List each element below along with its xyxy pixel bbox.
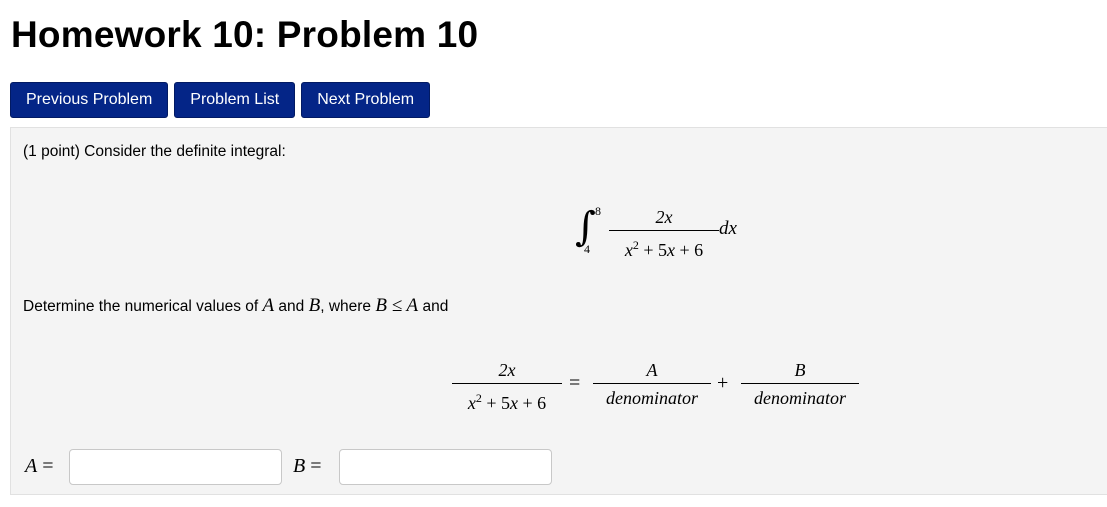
decomp-equals: = [569,372,581,394]
problem-instruction: Determine the numerical values of A and … [23,295,449,316]
integral-expression: ∫ 8 4 2x x2 + 5x + 6 dx [571,200,771,270]
var-b: B [308,295,321,316]
problem-list-button[interactable]: Problem List [174,82,296,118]
previous-problem-button[interactable]: Previous Problem [10,82,169,118]
decomp-term-a: A denominator [593,359,711,409]
page-title: Homework 10: Problem 10 [11,14,479,55]
var-a: A [262,295,275,316]
integral-lower-limit: 4 [584,242,590,256]
problem-body: (1 point) Consider the definite integral… [10,127,1107,495]
answer-b-input[interactable] [339,449,552,485]
decomp-term-b: B denominator [741,359,859,409]
answer-a-input[interactable] [69,449,282,485]
next-problem-button[interactable]: Next Problem [301,82,431,118]
condition: B ≤ A [375,295,419,316]
integral-upper-limit: 8 [595,204,601,218]
integral-differential: dx [719,218,737,239]
integrand-numerator: 2x [655,207,673,227]
problem-navigation: Previous Problem Problem List Next Probl… [10,82,431,118]
decomp-left-fraction: 2x x2 + 5x + 6 [452,359,562,414]
decomp-plus: + [717,372,729,394]
answer-a-label: A = [25,455,54,477]
integrand-denominator: x2 + 5x + 6 [624,238,704,260]
problem-intro: (1 point) Consider the definite integral… [23,143,286,160]
answer-b-label: B = [293,455,322,477]
integrand-fraction: 2x x2 + 5x + 6 [609,206,719,261]
